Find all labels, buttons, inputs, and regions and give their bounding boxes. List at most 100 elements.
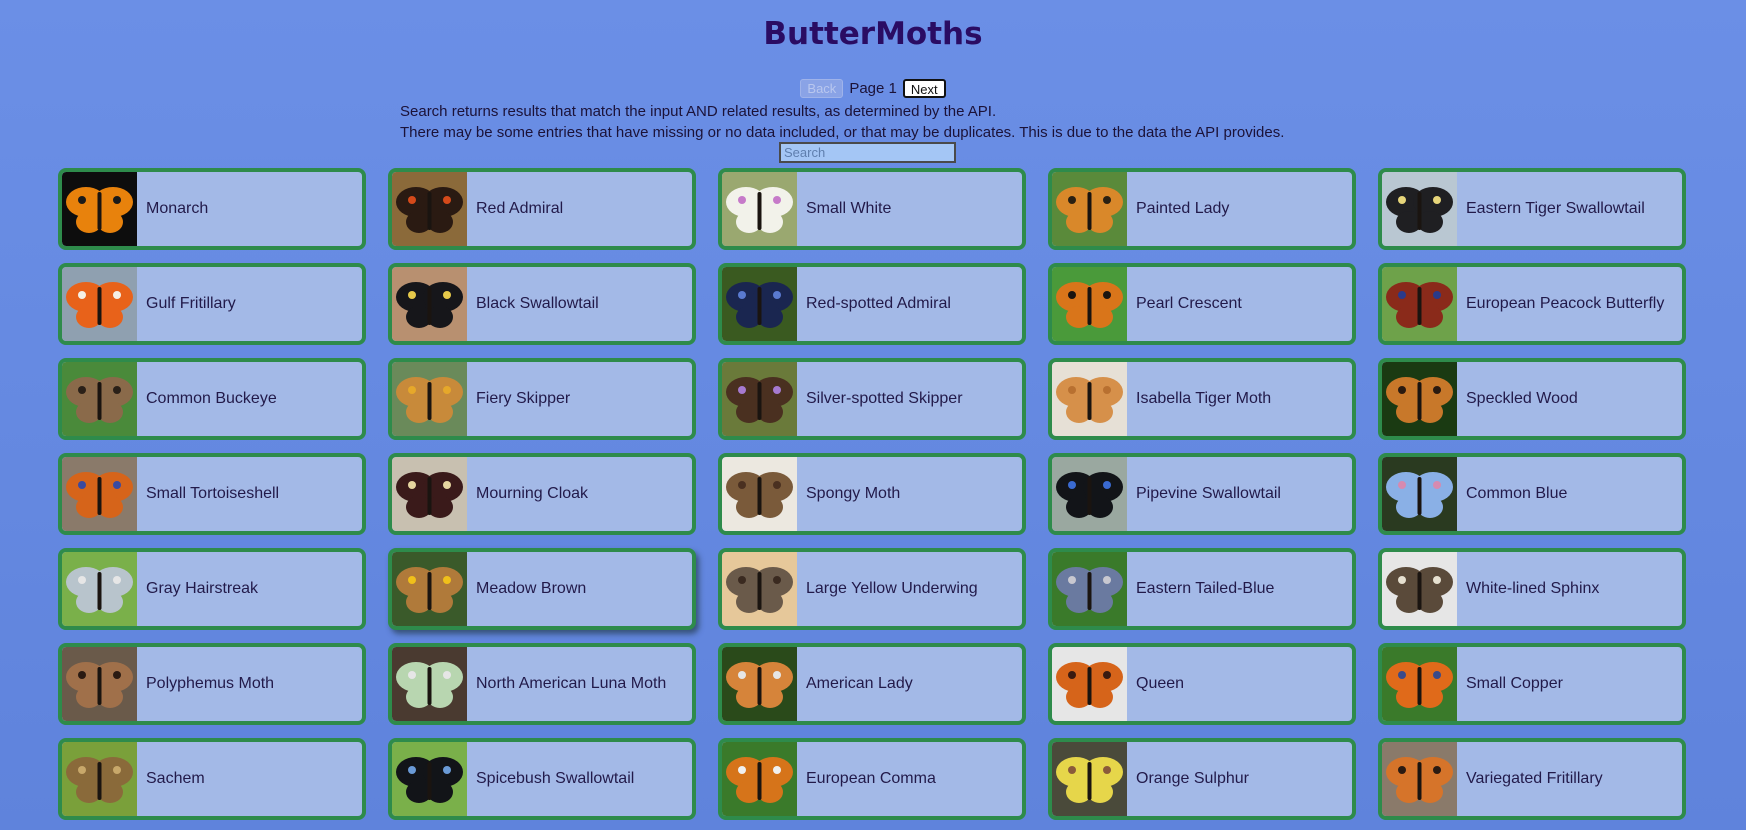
search-input[interactable] [779, 142, 956, 163]
species-card[interactable]: Eastern Tiger Swallowtail [1378, 168, 1686, 250]
butterfly-photo-icon [392, 267, 467, 341]
butterfly-photo-icon [722, 362, 797, 436]
butterfly-icon [722, 552, 797, 626]
species-card[interactable]: European Peacock Butterfly [1378, 263, 1686, 345]
butterfly-photo-icon [1052, 647, 1127, 721]
species-card[interactable]: North American Luna Moth [388, 643, 696, 725]
species-name: Isabella Tiger Moth [1136, 390, 1272, 407]
species-card[interactable]: Common Blue [1378, 453, 1686, 535]
species-name: Eastern Tailed-Blue [1136, 580, 1275, 597]
species-name: Small Copper [1466, 675, 1563, 692]
butterfly-icon [722, 742, 797, 816]
butterfly-icon [62, 267, 137, 341]
species-card[interactable]: Mourning Cloak [388, 453, 696, 535]
butterfly-photo-icon [62, 552, 137, 626]
butterfly-icon [1382, 267, 1457, 341]
butterfly-icon [1052, 362, 1127, 436]
butterfly-icon [722, 647, 797, 721]
species-card[interactable]: Speckled Wood [1378, 358, 1686, 440]
species-card[interactable]: Gulf Fritillary [58, 263, 366, 345]
species-card[interactable]: Sachem [58, 738, 366, 820]
species-name: Speckled Wood [1466, 390, 1578, 407]
species-card[interactable]: Meadow Brown [388, 548, 696, 630]
species-card[interactable]: Small White [718, 168, 1026, 250]
butterfly-photo-icon [62, 457, 137, 531]
butterfly-icon [1052, 267, 1127, 341]
species-card[interactable]: Pearl Crescent [1048, 263, 1356, 345]
species-name: Fiery Skipper [476, 390, 571, 407]
species-card[interactable]: Monarch [58, 168, 366, 250]
butterfly-icon [392, 552, 467, 626]
butterfly-icon [392, 362, 467, 436]
species-name: Small White [806, 200, 892, 217]
butterfly-photo-icon [1382, 647, 1457, 721]
species-card[interactable]: Red Admiral [388, 168, 696, 250]
species-card[interactable]: Variegated Fritillary [1378, 738, 1686, 820]
species-name: Silver-spotted Skipper [806, 390, 963, 407]
species-card[interactable]: Eastern Tailed-Blue [1048, 548, 1356, 630]
species-card[interactable]: Red-spotted Admiral [718, 263, 1026, 345]
species-name: Painted Lady [1136, 200, 1230, 217]
species-name: Spicebush Swallowtail [476, 770, 635, 787]
butterfly-icon [392, 172, 467, 246]
species-name: Orange Sulphur [1136, 770, 1249, 787]
butterfly-photo-icon [722, 647, 797, 721]
species-card[interactable]: White-lined Sphinx [1378, 548, 1686, 630]
species-card[interactable]: American Lady [718, 643, 1026, 725]
butterfly-icon [1052, 647, 1127, 721]
species-name: Gray Hairstreak [146, 580, 259, 597]
butterfly-photo-icon [62, 172, 137, 246]
butterfly-icon [1052, 172, 1127, 246]
butterfly-photo-icon [1052, 457, 1127, 531]
butterfly-photo-icon [392, 552, 467, 626]
species-name: Mourning Cloak [476, 485, 589, 502]
species-card[interactable]: European Comma [718, 738, 1026, 820]
species-card[interactable]: Black Swallowtail [388, 263, 696, 345]
butterfly-icon [62, 647, 137, 721]
species-card[interactable]: Spicebush Swallowtail [388, 738, 696, 820]
butterfly-photo-icon [392, 647, 467, 721]
butterfly-icon [722, 457, 797, 531]
species-card[interactable]: Silver-spotted Skipper [718, 358, 1026, 440]
data-disclaimer-text: There may be some entries that have miss… [400, 124, 1285, 141]
page-title: ButterMoths [763, 16, 983, 52]
butterfly-icon [1052, 552, 1127, 626]
butterfly-icon [62, 172, 137, 246]
butterfly-icon [1052, 742, 1127, 816]
back-button[interactable]: Back [800, 79, 844, 98]
species-card[interactable]: Small Tortoiseshell [58, 453, 366, 535]
next-button[interactable]: Next [902, 79, 946, 98]
species-name: Black Swallowtail [476, 295, 599, 312]
species-card[interactable]: Fiery Skipper [388, 358, 696, 440]
species-card[interactable]: Spongy Moth [718, 453, 1026, 535]
species-name: Common Blue [1466, 485, 1568, 502]
species-card[interactable]: Gray Hairstreak [58, 548, 366, 630]
butterfly-icon [392, 267, 467, 341]
butterfly-photo-icon [62, 647, 137, 721]
species-card[interactable]: Orange Sulphur [1048, 738, 1356, 820]
species-grid: Monarch Red Admiral Small White Painted Lad… [58, 168, 1686, 820]
species-card[interactable]: Painted Lady [1048, 168, 1356, 250]
species-name: European Peacock Butterfly [1466, 295, 1665, 312]
butterfly-photo-icon [1382, 552, 1457, 626]
page-indicator: Page 1 [849, 80, 897, 97]
butterfly-icon [722, 362, 797, 436]
butterfly-photo-icon [1382, 742, 1457, 816]
butterfly-photo-icon [392, 742, 467, 816]
species-card[interactable]: Large Yellow Underwing [718, 548, 1026, 630]
species-card[interactable]: Common Buckeye [58, 358, 366, 440]
species-card[interactable]: Polyphemus Moth [58, 643, 366, 725]
species-name: Pearl Crescent [1136, 295, 1242, 312]
species-card[interactable]: Queen [1048, 643, 1356, 725]
species-card[interactable]: Pipevine Swallowtail [1048, 453, 1356, 535]
butterfly-icon [722, 172, 797, 246]
butterfly-photo-icon [392, 172, 467, 246]
pagination: Back Page 1 Next [0, 79, 1746, 98]
species-name: North American Luna Moth [476, 675, 667, 692]
species-card[interactable]: Isabella Tiger Moth [1048, 358, 1356, 440]
butterfly-icon [392, 647, 467, 721]
species-card[interactable]: Small Copper [1378, 643, 1686, 725]
butterfly-photo-icon [1052, 552, 1127, 626]
butterfly-icon [392, 457, 467, 531]
butterfly-icon [1382, 552, 1457, 626]
